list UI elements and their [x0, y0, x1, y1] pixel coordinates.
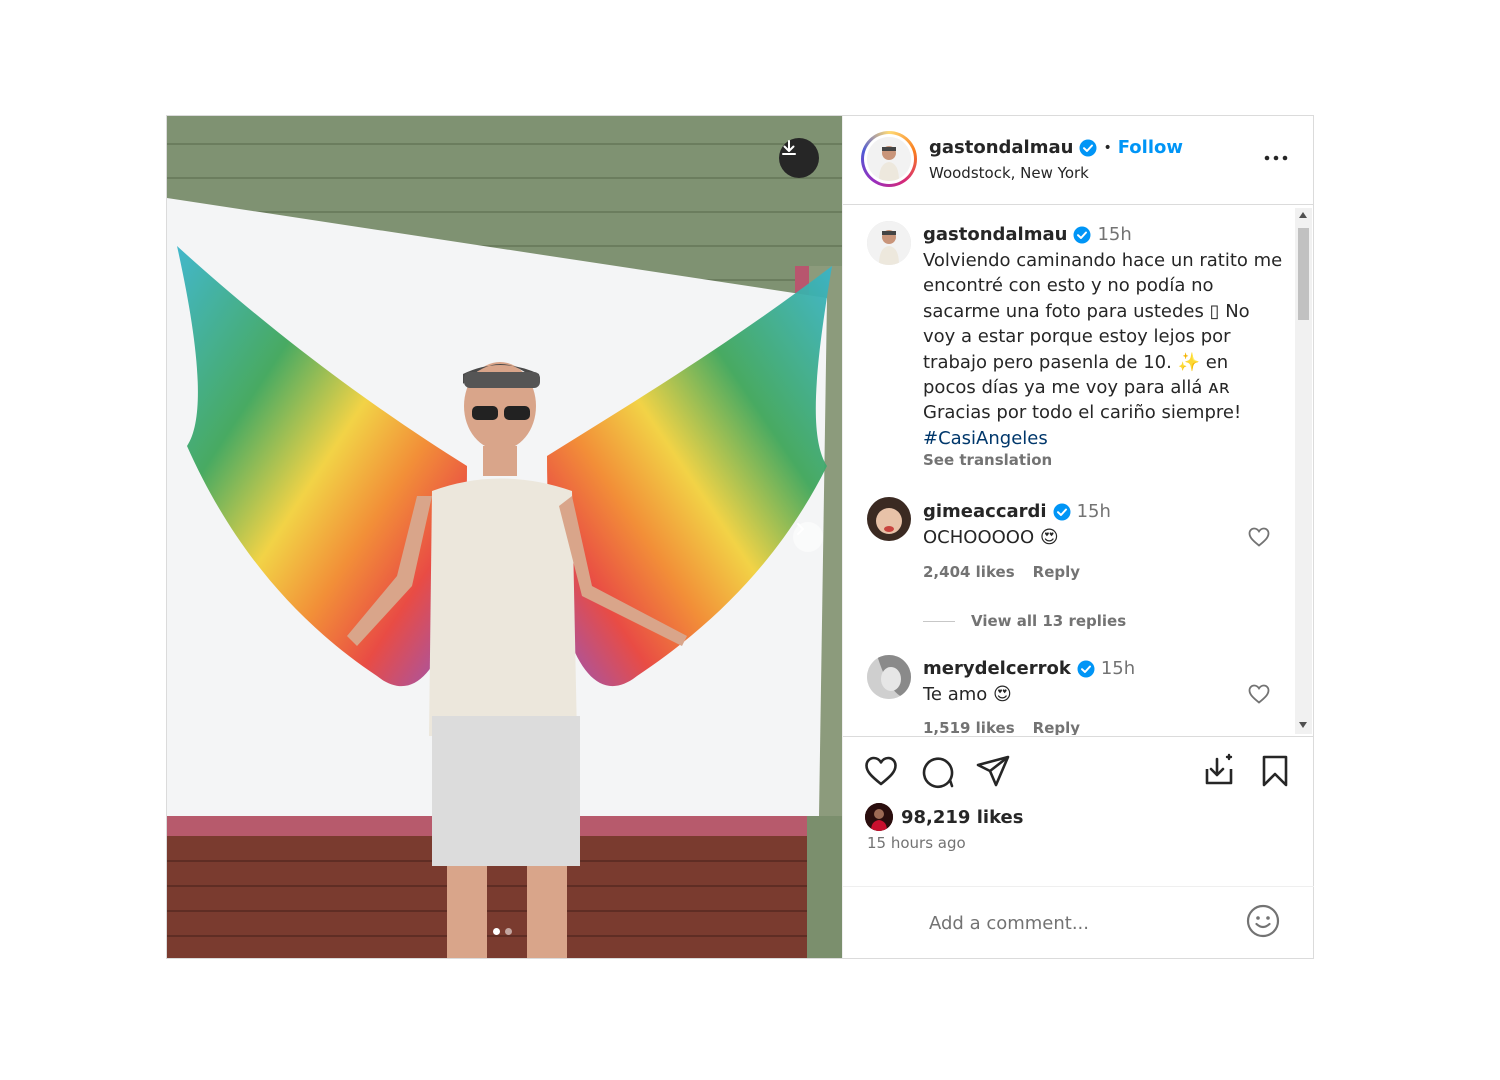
- author-username[interactable]: gastondalmau: [929, 137, 1073, 158]
- avatar-photo: [867, 137, 911, 181]
- carousel-dot: [505, 928, 512, 935]
- reply-divider: [923, 620, 955, 622]
- emoji-icon[interactable]: [1245, 903, 1281, 939]
- add-comment-bar: [843, 886, 1314, 959]
- post-details-panel: gastondalmau • Follow Woodstock, New Yor…: [842, 116, 1314, 958]
- share-icon[interactable]: [975, 753, 1011, 789]
- verified-badge-icon: [1073, 226, 1091, 243]
- chevron-right-icon: [797, 523, 805, 535]
- post-header: gastondalmau • Follow Woodstock, New Yor…: [843, 116, 1314, 205]
- caption-text: Volviendo caminando hace un ratito me en…: [923, 248, 1283, 451]
- bookmark-icon[interactable]: [1257, 753, 1293, 789]
- liker-avatar: [865, 803, 893, 831]
- caption-username[interactable]: gastondalmau: [923, 224, 1067, 245]
- commenter-username[interactable]: merydelcerrok: [923, 658, 1071, 679]
- verified-badge-icon: [1079, 139, 1097, 156]
- view-replies-button[interactable]: View all 13 replies: [923, 612, 1126, 630]
- commenter-username[interactable]: gimeaccardi: [923, 501, 1047, 522]
- commenter-avatar[interactable]: [867, 655, 911, 699]
- avatar-photo: [867, 655, 911, 699]
- avatar-photo: [867, 221, 911, 265]
- avatar-photo: [865, 803, 893, 831]
- heart-icon[interactable]: [1247, 525, 1271, 549]
- follow-button[interactable]: Follow: [1118, 137, 1183, 158]
- photo-illustration: [167, 116, 842, 958]
- caption-author-avatar[interactable]: [867, 221, 911, 265]
- scroll-down-arrow[interactable]: [1299, 722, 1307, 728]
- post-location[interactable]: Woodstock, New York: [929, 164, 1089, 182]
- more-options-icon[interactable]: [1261, 146, 1291, 170]
- carousel-dot: [493, 928, 500, 935]
- post-card: gastondalmau • Follow Woodstock, New Yor…: [166, 115, 1314, 959]
- post-actions: 98,219 likes 15 hours ago: [843, 736, 1314, 887]
- verified-badge-icon: [1077, 660, 1095, 677]
- download-button[interactable]: [779, 138, 819, 178]
- comment-input[interactable]: [927, 907, 1231, 939]
- like-heart-icon[interactable]: [863, 753, 899, 789]
- download-icon: [782, 140, 796, 155]
- view-replies-label: View all 13 replies: [971, 612, 1127, 630]
- see-translation-link[interactable]: See translation: [923, 451, 1052, 469]
- carousel-indicator: [493, 928, 512, 935]
- likes-summary[interactable]: 98,219 likes: [865, 803, 1023, 831]
- scroll-up-arrow[interactable]: [1299, 212, 1307, 218]
- comment-icon[interactable]: [919, 753, 955, 789]
- save-to-device-icon[interactable]: [1201, 753, 1237, 789]
- author-avatar[interactable]: [861, 131, 917, 187]
- post-timestamp[interactable]: 15 hours ago: [867, 834, 966, 852]
- hashtag-link[interactable]: #CasiAngeles: [923, 428, 1048, 449]
- comment-time[interactable]: 15h: [1101, 658, 1135, 679]
- reply-button[interactable]: Reply: [1033, 563, 1080, 581]
- comment-likes[interactable]: 2,404 likes: [923, 563, 1015, 581]
- comment-time[interactable]: 15h: [1077, 501, 1111, 522]
- post-image[interactable]: [167, 116, 842, 958]
- likes-count[interactable]: 98,219 likes: [901, 807, 1023, 828]
- reply-button[interactable]: Reply: [1033, 719, 1080, 735]
- next-image-button[interactable]: [793, 522, 823, 552]
- verified-badge-icon: [1053, 503, 1071, 520]
- comment-text: Te amo 😍: [923, 684, 1012, 705]
- comments-list[interactable]: gastondalmau 15h Volviendo caminando hac…: [843, 205, 1314, 735]
- comment-likes[interactable]: 1,519 likes: [923, 719, 1015, 735]
- comment-text: OCHOOOOO 😍: [923, 527, 1059, 548]
- caption-body: Volviendo caminando hace un ratito me en…: [923, 250, 1283, 424]
- scroll-thumb[interactable]: [1298, 228, 1309, 320]
- commenter-avatar[interactable]: [867, 497, 911, 541]
- separator-dot: •: [1103, 139, 1112, 156]
- heart-icon[interactable]: [1247, 682, 1271, 706]
- comments-scrollbar[interactable]: [1295, 208, 1312, 734]
- avatar-photo: [867, 497, 911, 541]
- caption-time[interactable]: 15h: [1097, 224, 1131, 245]
